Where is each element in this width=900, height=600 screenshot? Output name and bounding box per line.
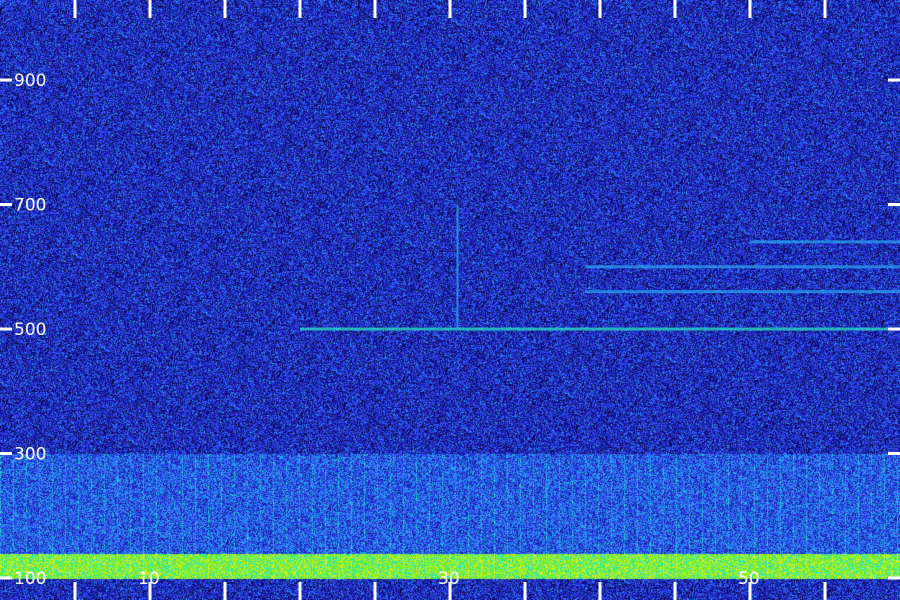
harmonic-line-560 [585,290,900,294]
y-tick-label-700: 700 [14,196,46,216]
vertical-transient [456,204,459,330]
x-tick-label-50: 50 [738,569,760,589]
x-tick-label-10: 10 [138,569,160,589]
y-tick-label-100: 100 [14,569,46,589]
harmonic-line-500 [300,327,900,331]
y-tick-label-300: 300 [14,445,46,465]
x-tick-label-30: 30 [438,569,460,589]
spectrogram-chart: 100 300 500 700 900 10 30 50 [0,0,900,600]
spectrogram-noise [0,0,900,600]
harmonic-line-640 [750,240,900,244]
y-tick-label-500: 500 [14,320,46,340]
y-tick-label-900: 900 [14,71,46,91]
noise-layer [0,0,900,600]
harmonic-line-600 [585,265,900,269]
